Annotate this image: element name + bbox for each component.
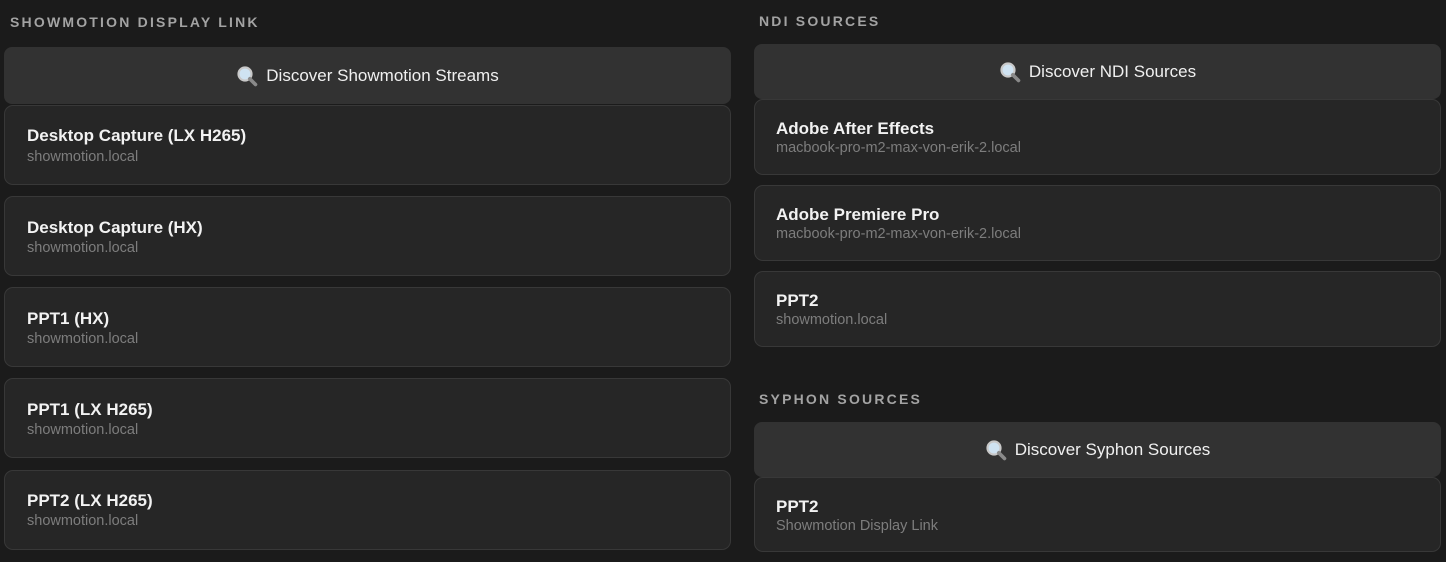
magnifying-glass-icon: [236, 65, 258, 87]
ndi-source-item[interactable]: PPT2 showmotion.local: [754, 271, 1441, 347]
magnifying-glass-icon: [999, 61, 1021, 83]
ndi-source-item[interactable]: Adobe After Effects macbook-pro-m2-max-v…: [754, 99, 1441, 175]
ndi-source-name: Adobe After Effects: [776, 119, 935, 138]
stream-item-host: showmotion.local: [27, 513, 139, 529]
discover-ndi-label: Discover NDI Sources: [1028, 61, 1197, 81]
stream-item[interactable]: PPT1 (HX) showmotion.local: [4, 287, 731, 367]
showmotion-section-title: SHOWMOTION DISPLAY LINK: [10, 14, 260, 30]
stream-item[interactable]: PPT1 (LX H265) showmotion.local: [4, 378, 731, 458]
ndi-source-host: showmotion.local: [776, 312, 888, 328]
ndi-section-title: NDI SOURCES: [759, 13, 881, 29]
syphon-source-host: Showmotion Display Link: [776, 518, 938, 534]
stream-item-name: Desktop Capture (HX): [27, 218, 203, 237]
stream-item-name: PPT1 (LX H265): [27, 400, 153, 419]
stream-item[interactable]: Desktop Capture (HX) showmotion.local: [4, 196, 731, 276]
syphon-section-title: SYPHON SOURCES: [759, 391, 923, 407]
stream-item-host: showmotion.local: [27, 331, 139, 347]
discover-syphon-label: Discover Syphon Sources: [1014, 439, 1211, 459]
ndi-source-name: Adobe Premiere Pro: [776, 205, 940, 224]
ndi-source-item[interactable]: Adobe Premiere Pro macbook-pro-m2-max-vo…: [754, 185, 1441, 261]
magnifying-glass-icon: [985, 439, 1007, 461]
discover-showmotion-label: Discover Showmotion Streams: [266, 65, 499, 85]
ndi-source-host: macbook-pro-m2-max-von-erik-2.local: [776, 140, 1021, 156]
stream-item-name: Desktop Capture (LX H265): [27, 126, 247, 145]
stream-item-host: showmotion.local: [27, 240, 139, 256]
ndi-source-host: macbook-pro-m2-max-von-erik-2.local: [776, 226, 1021, 242]
syphon-source-name: PPT2: [776, 497, 819, 516]
stream-item-host: showmotion.local: [27, 422, 139, 438]
stream-item-host: showmotion.local: [27, 149, 139, 165]
stream-item[interactable]: Desktop Capture (LX H265) showmotion.loc…: [4, 105, 731, 185]
discover-ndi-button[interactable]: Discover NDI Sources: [754, 44, 1441, 99]
stream-item[interactable]: PPT2 (LX H265) showmotion.local: [4, 470, 731, 550]
discover-syphon-button[interactable]: Discover Syphon Sources: [754, 422, 1441, 477]
discover-showmotion-button[interactable]: Discover Showmotion Streams: [4, 47, 731, 104]
stream-item-name: PPT2 (LX H265): [27, 491, 153, 510]
stream-item-name: PPT1 (HX): [27, 309, 110, 328]
ndi-source-name: PPT2: [776, 291, 819, 310]
syphon-source-item[interactable]: PPT2 Showmotion Display Link: [754, 477, 1441, 552]
